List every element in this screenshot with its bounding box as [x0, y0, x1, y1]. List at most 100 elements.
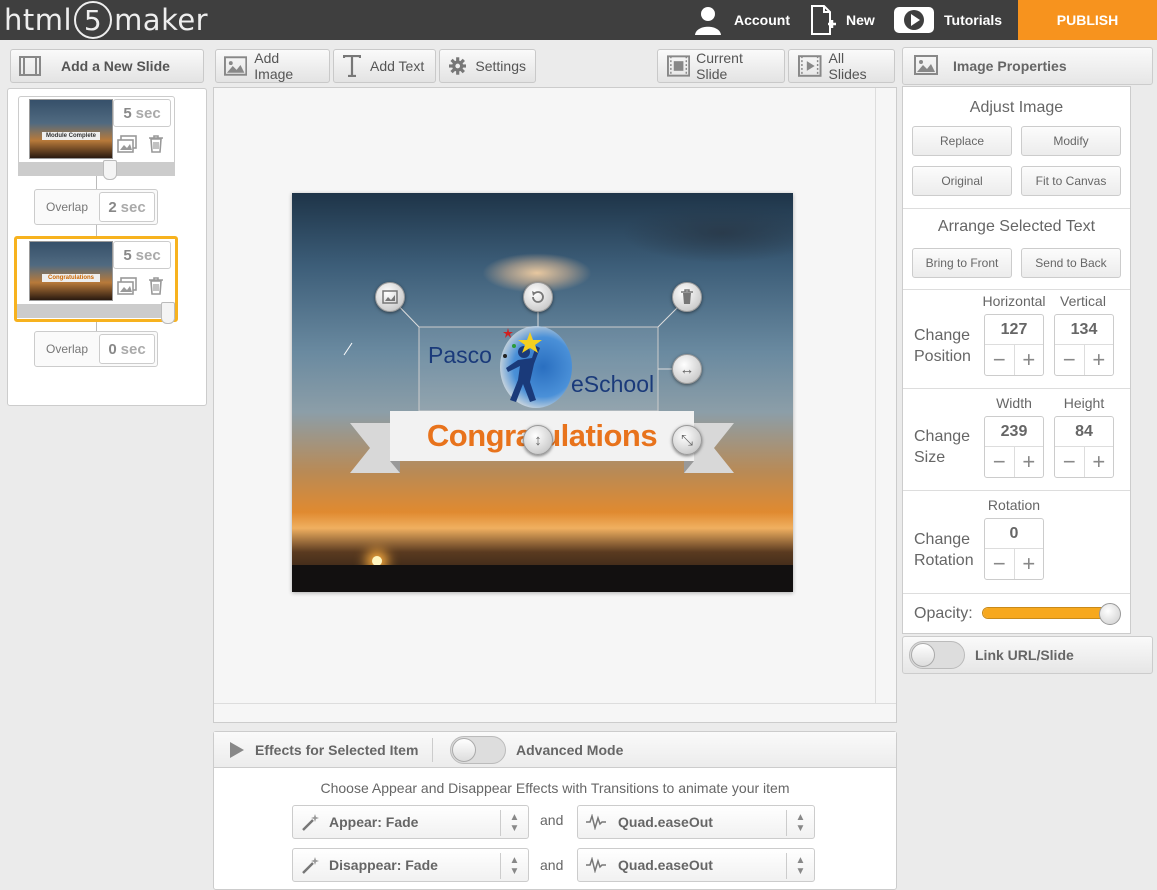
logo-text-pre: html	[4, 3, 73, 37]
image-icon[interactable]	[117, 277, 137, 295]
divider	[903, 490, 1130, 491]
image-icon	[224, 56, 248, 76]
settings-label: Settings	[475, 58, 526, 74]
divider	[903, 208, 1130, 209]
rotate-handle[interactable]	[523, 282, 553, 312]
overlap-label-1: Overlap	[45, 200, 89, 214]
play-icon	[894, 7, 934, 33]
add-image-button[interactable]: Add Image	[215, 49, 330, 83]
advanced-mode-label: Advanced Mode	[516, 742, 624, 758]
size-label-line2: Size	[914, 449, 946, 466]
position-x-value[interactable]: 127	[985, 315, 1043, 345]
new-button[interactable]: New	[810, 0, 875, 40]
horizontal-scrollbar[interactable]	[214, 703, 896, 722]
overlap-control-2[interactable]: Overlap 0 sec	[34, 331, 158, 367]
trash-icon[interactable]	[148, 277, 164, 295]
increment-button[interactable]: +	[1085, 447, 1114, 477]
connector-line	[96, 176, 97, 190]
account-button[interactable]: Account	[694, 0, 790, 40]
trash-icon[interactable]	[148, 135, 164, 153]
width-value[interactable]: 239	[985, 417, 1043, 447]
appear-easing-select[interactable]: Quad.easeOut ▲ ▼	[577, 805, 815, 839]
new-label: New	[846, 12, 875, 28]
slide-icon	[667, 55, 691, 77]
overlap-control-1[interactable]: Overlap 2 sec	[34, 189, 158, 225]
tutorials-button[interactable]: Tutorials	[893, 0, 1002, 40]
resize-diagonal-handle[interactable]: ⤡	[672, 425, 702, 455]
decrement-button[interactable]: −	[985, 345, 1015, 375]
position-y-stepper[interactable]: 134− +	[1054, 314, 1114, 376]
slide-thumbnail-2[interactable]: Congratulations	[29, 241, 113, 301]
and-label: and	[540, 857, 564, 873]
horizontal-label: Horizontal	[982, 293, 1046, 309]
height-stepper[interactable]: 84− +	[1054, 416, 1114, 478]
settings-button[interactable]: Settings	[439, 49, 536, 83]
increment-button[interactable]: +	[1015, 549, 1044, 579]
replace-button[interactable]: Replace	[912, 126, 1012, 156]
position-label-line1: Change	[914, 327, 971, 344]
rotation-value[interactable]: 0	[985, 519, 1043, 549]
replace-image-handle[interactable]	[375, 282, 405, 312]
waveform-icon	[586, 814, 606, 830]
link-url-toggle[interactable]	[909, 641, 965, 669]
image-icon[interactable]	[117, 135, 137, 153]
disappear-effect-select[interactable]: Disappear: Fade ▲ ▼	[292, 848, 529, 882]
divider	[903, 388, 1130, 389]
height-value[interactable]: 84	[1055, 417, 1113, 447]
all-slides-button[interactable]: All Slides	[788, 49, 895, 83]
slide-duration-2[interactable]: 5 sec	[113, 241, 171, 269]
disappear-easing-label: Quad.easeOut	[618, 857, 713, 873]
select-arrows-icon: ▲ ▼	[786, 810, 814, 836]
vertical-label: Vertical	[1060, 293, 1106, 309]
add-slide-button[interactable]: Add a New Slide	[10, 49, 204, 83]
decrement-button[interactable]: −	[1055, 345, 1085, 375]
position-label-line2: Position	[914, 348, 971, 365]
overlap-input-2[interactable]: 0 sec	[99, 334, 155, 364]
appear-effect-select[interactable]: Appear: Fade ▲ ▼	[292, 805, 529, 839]
adjust-image-title: Adjust Image	[969, 99, 1064, 116]
modify-button[interactable]: Modify	[1021, 126, 1121, 156]
opacity-slider[interactable]	[982, 607, 1116, 619]
rotation-stepper[interactable]: 0− +	[984, 518, 1044, 580]
timeline-handle-1[interactable]	[103, 160, 117, 180]
position-x-stepper[interactable]: 127− +	[984, 314, 1044, 376]
fit-to-canvas-button[interactable]: Fit to Canvas	[1021, 166, 1121, 196]
disappear-easing-select[interactable]: Quad.easeOut ▲ ▼	[577, 848, 815, 882]
advanced-mode-toggle[interactable]	[450, 736, 506, 764]
app-logo[interactable]: html 5 maker	[4, 0, 208, 40]
publish-button[interactable]: PUBLISH	[1018, 0, 1157, 40]
figure-logo	[503, 328, 542, 402]
waveform-icon	[586, 857, 606, 873]
position-y-value[interactable]: 134	[1055, 315, 1113, 345]
vertical-scrollbar[interactable]	[875, 88, 896, 703]
opacity-slider-thumb[interactable]	[1099, 603, 1121, 625]
image-icon	[382, 290, 398, 304]
increment-button[interactable]: +	[1085, 345, 1114, 375]
decrement-button[interactable]: −	[985, 447, 1015, 477]
width-stepper[interactable]: 239− +	[984, 416, 1044, 478]
logo-number: 5	[74, 1, 113, 39]
decrement-button[interactable]: −	[1055, 447, 1085, 477]
resize-vertical-handle[interactable]: ↕	[523, 425, 553, 455]
slide-duration-1[interactable]: 5 sec	[113, 99, 171, 127]
increment-button[interactable]: +	[1015, 345, 1044, 375]
slide-timeline-bar-1	[18, 162, 175, 176]
add-image-label: Add Image	[254, 50, 294, 82]
send-to-back-button[interactable]: Send to Back	[1021, 248, 1121, 278]
new-document-icon	[811, 5, 836, 35]
original-button[interactable]: Original	[912, 166, 1012, 196]
overlap-input-1[interactable]: 2 sec	[99, 192, 155, 222]
slide-timeline-bar-2	[17, 304, 175, 318]
increment-button[interactable]: +	[1015, 447, 1044, 477]
timeline-handle-2[interactable]	[161, 302, 175, 324]
current-slide-button[interactable]: Current Slide	[657, 49, 785, 83]
add-text-button[interactable]: Add Text	[333, 49, 436, 83]
add-slide-label: Add a New Slide	[61, 58, 170, 74]
bring-to-front-button[interactable]: Bring to Front	[912, 248, 1012, 278]
slide-thumbnail-1[interactable]: Module Complete	[29, 99, 113, 159]
overlap-unit-2: sec	[120, 340, 146, 358]
logo-text-eschool: eSchool	[571, 371, 655, 397]
delete-handle[interactable]	[672, 282, 702, 312]
resize-horizontal-handle[interactable]: ↔	[672, 354, 702, 384]
decrement-button[interactable]: −	[985, 549, 1015, 579]
